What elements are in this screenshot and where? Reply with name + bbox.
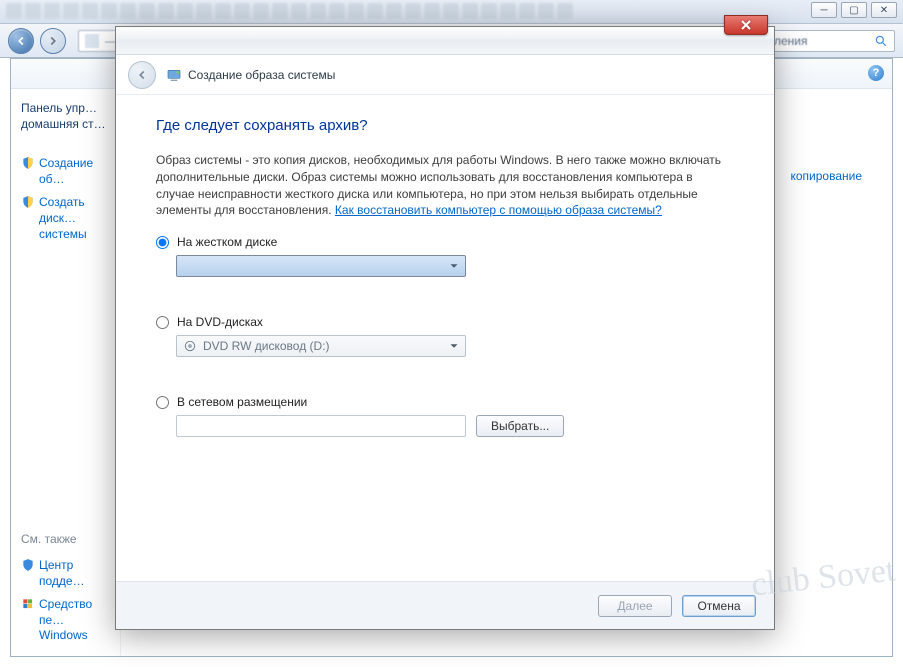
maximize-button[interactable]: ▢ xyxy=(841,2,867,18)
sidebar-link-create-disc[interactable]: Создать диск… системы xyxy=(21,195,110,242)
flag-icon xyxy=(21,597,35,611)
hard-disk-combo[interactable] xyxy=(176,255,466,277)
dialog-header: Создание образа системы xyxy=(116,55,774,95)
dialog-description: Образ системы - это копия дисков, необхо… xyxy=(156,152,734,219)
backup-link[interactable]: копирование xyxy=(790,169,862,183)
radio-network[interactable]: В сетевом размещении xyxy=(156,395,734,409)
cancel-button[interactable]: Отмена xyxy=(682,595,756,617)
shield-icon xyxy=(21,156,35,170)
option-network: В сетевом размещении Выбрать... xyxy=(156,395,734,437)
wizard-back-button[interactable] xyxy=(128,61,156,89)
dvd-value: DVD RW дисковод (D:) xyxy=(203,339,330,353)
radio-hard-disk-input[interactable] xyxy=(156,236,169,249)
disc-icon xyxy=(183,339,197,353)
dialog-body: Где следует сохранять архив? Образ систе… xyxy=(116,95,774,581)
help-link[interactable]: Как восстановить компьютер с помощью обр… xyxy=(335,203,662,217)
close-button[interactable]: ✕ xyxy=(871,2,897,18)
option-hard-disk: На жестком диске xyxy=(156,235,734,277)
radio-network-input[interactable] xyxy=(156,396,169,409)
chevron-down-icon xyxy=(447,339,461,353)
radio-dvd[interactable]: На DVD-дисках xyxy=(156,315,734,329)
system-image-wizard: Создание образа системы Где следует сохр… xyxy=(115,26,775,630)
sidebar-link-action-center[interactable]: Центр подде… xyxy=(21,558,110,589)
chevron-down-icon xyxy=(447,259,461,273)
minimize-button[interactable]: ─ xyxy=(811,2,837,18)
sidebar-link-easy-transfer[interactable]: Средство пе… Windows xyxy=(21,597,110,644)
next-button[interactable]: Далее xyxy=(598,595,672,617)
search-icon xyxy=(874,34,888,48)
system-image-icon xyxy=(166,67,182,83)
browse-button[interactable]: Выбрать... xyxy=(476,415,564,437)
network-path-input[interactable] xyxy=(176,415,466,437)
option-dvd: На DVD-дисках DVD RW дисковод (D:) xyxy=(156,315,734,357)
dialog-close-button[interactable] xyxy=(724,15,768,35)
sidebar-link-create-image[interactable]: Создание об… xyxy=(21,156,110,187)
dialog-footer: Далее Отмена xyxy=(116,581,774,629)
location-icon xyxy=(85,34,99,48)
back-button[interactable] xyxy=(8,28,34,54)
see-also-label: См. также xyxy=(21,532,110,546)
help-icon[interactable]: ? xyxy=(868,65,884,81)
shield-icon xyxy=(21,558,35,572)
sidebar: Панель упр… домашняя ст… Создание об… Со… xyxy=(11,89,121,656)
forward-button[interactable] xyxy=(40,28,66,54)
radio-hard-disk[interactable]: На жестком диске xyxy=(156,235,734,249)
sidebar-heading: Панель упр… домашняя ст… xyxy=(21,101,110,132)
dialog-heading: Где следует сохранять архив? xyxy=(156,117,734,134)
dvd-combo[interactable]: DVD RW дисковод (D:) xyxy=(176,335,466,357)
dialog-titlebar[interactable] xyxy=(116,27,774,55)
dialog-title: Создание образа системы xyxy=(188,68,335,82)
tray-icons xyxy=(6,3,573,19)
shield-icon xyxy=(21,195,35,209)
radio-dvd-input[interactable] xyxy=(156,316,169,329)
